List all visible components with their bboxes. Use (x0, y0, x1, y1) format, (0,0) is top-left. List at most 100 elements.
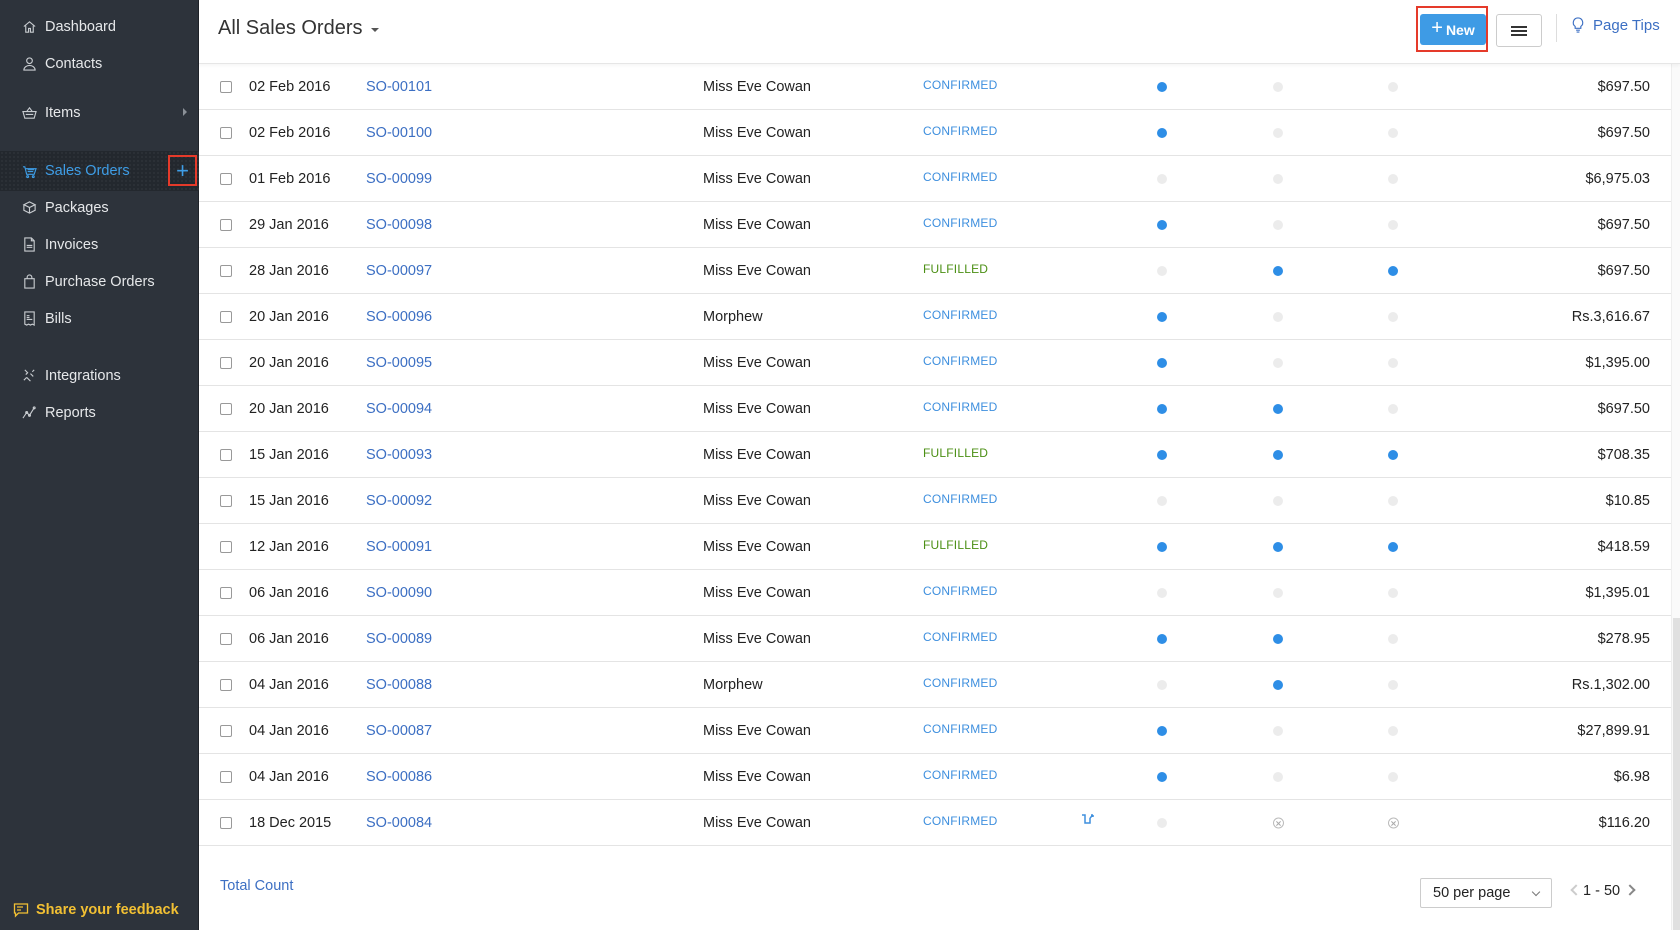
total-count-link[interactable]: Total Count (220, 878, 293, 894)
sidebar-item-packages[interactable]: Packages (0, 189, 199, 226)
invoiced-pending-icon (1388, 633, 1398, 644)
order-date: 06 Jan 2016 (249, 584, 329, 601)
shipped-pending-icon (1273, 771, 1283, 782)
table-row[interactable]: 20 Jan 2016 SO-00096 Morphew CONFIRMED Rs.3,… (199, 294, 1671, 340)
add-sales-order-button[interactable]: + (168, 155, 197, 186)
row-checkbox[interactable] (220, 586, 232, 599)
table-row[interactable]: 20 Jan 2016 SO-00094 Miss Eve Cowan CONFIRM… (199, 386, 1671, 432)
customer-name: Miss Eve Cowan (703, 814, 811, 831)
new-button[interactable]: + New (1420, 14, 1486, 45)
table-row[interactable]: 02 Feb 2016 SO-00100 Miss Eve Cowan CONFIRM… (199, 110, 1671, 156)
table-row[interactable]: 02 Feb 2016 SO-00101 Miss Eve Cowan CONFIRM… (199, 64, 1671, 110)
table-row[interactable]: 15 Jan 2016 SO-00093 Miss Eve Cowan FULFILL… (199, 432, 1671, 478)
order-date: 20 Jan 2016 (249, 308, 329, 325)
table-row[interactable]: 15 Jan 2016 SO-00092 Miss Eve Cowan CONFIRM… (199, 478, 1671, 524)
customer-name: Miss Eve Cowan (703, 768, 811, 785)
order-amount: $708.35 (1597, 446, 1650, 463)
order-number-link[interactable]: SO-00094 (366, 401, 432, 417)
new-button-label: New (1445, 21, 1475, 38)
packed-done-icon (1157, 403, 1167, 414)
packed-done-icon (1157, 219, 1167, 230)
sidebar-item-integrations[interactable]: Integrations (0, 357, 199, 394)
table-row[interactable]: 06 Jan 2016 SO-00089 Miss Eve Cowan CONFIRM… (199, 616, 1671, 662)
status-badge: CONFIRMED (923, 169, 998, 184)
row-checkbox[interactable] (220, 126, 232, 139)
order-number-link[interactable]: SO-00084 (366, 815, 432, 831)
chevron-down-icon (1531, 887, 1541, 897)
sidebar-item-bills[interactable]: Bills (0, 300, 199, 337)
row-checkbox[interactable] (220, 448, 232, 461)
view-selector[interactable]: All Sales Orders (218, 17, 379, 40)
table-row[interactable]: 04 Jan 2016 SO-00088 Morphew CONFIRMED Rs.1,… (199, 662, 1671, 708)
order-date: 04 Jan 2016 (249, 722, 329, 739)
order-number-link[interactable]: SO-00095 (366, 355, 432, 371)
row-checkbox[interactable] (220, 356, 232, 369)
row-checkbox[interactable] (220, 632, 232, 645)
row-checkbox[interactable] (220, 172, 232, 185)
table-row[interactable]: 06 Jan 2016 SO-00090 Miss Eve Cowan CONFIRM… (199, 570, 1671, 616)
packed-pending-icon (1157, 679, 1167, 690)
table-row[interactable]: 04 Jan 2016 SO-00086 Miss Eve Cowan CONFIRM… (199, 754, 1671, 800)
per-page-select[interactable]: 50 per page (1420, 878, 1552, 908)
sidebar-item-contacts[interactable]: Contacts (0, 45, 199, 82)
order-number-link[interactable]: SO-00097 (366, 263, 432, 279)
table-row[interactable]: 12 Jan 2016 SO-00091 Miss Eve Cowan FULFILL… (199, 524, 1671, 570)
table-row[interactable]: 18 Dec 2015 SO-00084 Miss Eve Cowan CONFIRM… (199, 800, 1671, 846)
next-page-button[interactable] (1624, 884, 1636, 896)
invoiced-pending-icon (1388, 311, 1398, 322)
sidebar-item-dashboard[interactable]: Dashboard (0, 8, 199, 45)
status-badge: CONFIRMED (923, 215, 998, 230)
customer-name: Miss Eve Cowan (703, 124, 811, 141)
order-number-link[interactable]: SO-00099 (366, 171, 432, 187)
order-number-link[interactable]: SO-00093 (366, 447, 432, 463)
row-checkbox[interactable] (220, 264, 232, 277)
sidebar-item-invoices[interactable]: Invoices (0, 226, 199, 263)
sidebar-item-purchase-orders[interactable]: Purchase Orders (0, 263, 199, 300)
row-checkbox[interactable] (220, 770, 232, 783)
row-checkbox[interactable] (220, 540, 232, 553)
table-row[interactable]: 01 Feb 2016 SO-00099 Miss Eve Cowan CONFIRM… (199, 156, 1671, 202)
order-number-link[interactable]: SO-00090 (366, 585, 432, 601)
row-checkbox[interactable] (220, 678, 232, 691)
sidebar-item-items[interactable]: Items (0, 94, 199, 131)
order-date: 15 Jan 2016 (249, 492, 329, 509)
order-number-link[interactable]: SO-00098 (366, 217, 432, 233)
previous-page-button[interactable] (1570, 884, 1582, 896)
row-checkbox[interactable] (220, 724, 232, 737)
order-amount: $697.50 (1597, 78, 1650, 95)
vertical-scrollbar[interactable] (1671, 64, 1680, 930)
order-number-link[interactable]: SO-00092 (366, 493, 432, 509)
share-feedback-link[interactable]: Share your feedback (13, 902, 179, 918)
order-number-link[interactable]: SO-00091 (366, 539, 432, 555)
table-row[interactable]: 20 Jan 2016 SO-00095 Miss Eve Cowan CONFIRM… (199, 340, 1671, 386)
sidebar-item-sales-orders[interactable]: Sales Orders + (0, 151, 199, 191)
row-checkbox[interactable] (220, 310, 232, 323)
table-row[interactable]: 28 Jan 2016 SO-00097 Miss Eve Cowan FULFILL… (199, 248, 1671, 294)
row-checkbox[interactable] (220, 80, 232, 93)
order-number-link[interactable]: SO-00086 (366, 769, 432, 785)
row-checkbox[interactable] (220, 816, 232, 829)
feedback-label: Share your feedback (36, 902, 179, 918)
status-badge: CONFIRMED (923, 307, 998, 322)
scrollbar-thumb[interactable] (1673, 618, 1680, 930)
order-number-link[interactable]: SO-00089 (366, 631, 432, 647)
order-number-link[interactable]: SO-00087 (366, 723, 432, 739)
row-checkbox[interactable] (220, 218, 232, 231)
sidebar-item-reports[interactable]: Reports (0, 394, 199, 431)
feedback-icon (13, 903, 29, 918)
table-row[interactable]: 04 Jan 2016 SO-00087 Miss Eve Cowan CONFIRM… (199, 708, 1671, 754)
order-amount: $418.59 (1597, 538, 1650, 555)
shipped-pending-icon (1273, 81, 1283, 92)
order-number-link[interactable]: SO-00101 (366, 79, 432, 95)
order-date: 28 Jan 2016 (249, 262, 329, 279)
order-number-link[interactable]: SO-00100 (366, 125, 432, 141)
page-tips-link[interactable]: Page Tips (1571, 17, 1660, 34)
order-number-link[interactable]: SO-00096 (366, 309, 432, 325)
row-checkbox[interactable] (220, 494, 232, 507)
table-row[interactable]: 29 Jan 2016 SO-00098 Miss Eve Cowan CONFIRM… (199, 202, 1671, 248)
sidebar-item-label: Bills (45, 310, 72, 327)
page-range: 1 - 50 (1583, 883, 1621, 899)
order-number-link[interactable]: SO-00088 (366, 677, 432, 693)
row-checkbox[interactable] (220, 402, 232, 415)
more-options-button[interactable] (1496, 14, 1542, 47)
